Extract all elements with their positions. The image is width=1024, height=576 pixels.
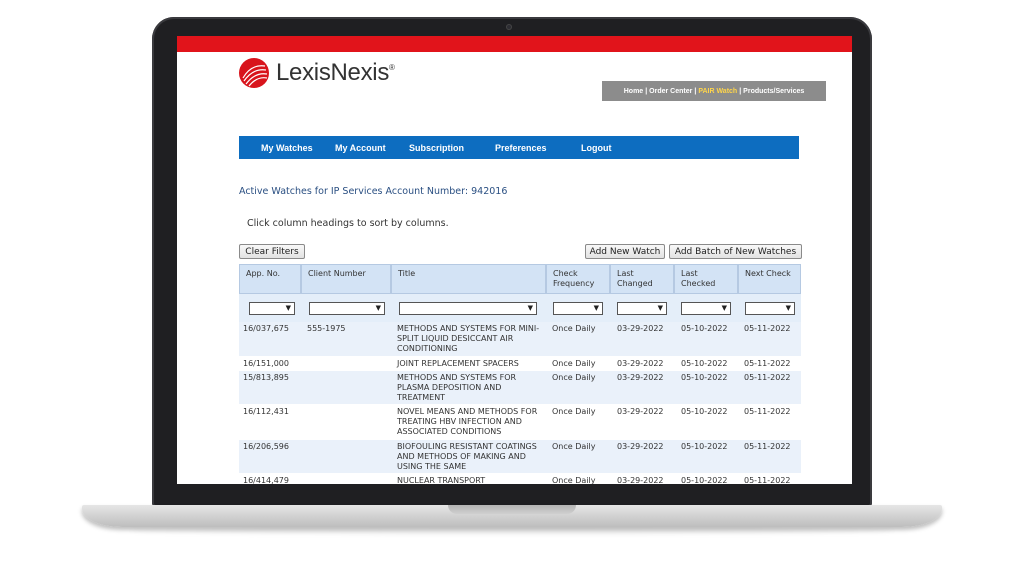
column-header-title[interactable]: Title — [391, 264, 546, 294]
cell-last-checked: 05-10-2022 — [681, 407, 728, 416]
cell-app-no: 16/206,596 — [243, 442, 289, 451]
clear-filters-button[interactable]: Clear Filters — [239, 244, 305, 259]
table-row[interactable]: 16/112,431 NOVEL MEANS AND METHODS FOR T… — [239, 405, 801, 440]
cell-last-checked: 05-10-2022 — [681, 442, 728, 451]
cell-app-no: 16/112,431 — [243, 407, 289, 416]
cell-app-no: 16/037,675 — [243, 324, 289, 333]
main-nav: My Watches My Account Subscription Prefe… — [239, 136, 799, 159]
chevron-down-icon: ▼ — [785, 304, 791, 312]
column-header-last-checked[interactable]: Last Checked — [674, 264, 738, 294]
cell-last-changed: 03-29-2022 — [617, 359, 664, 368]
filter-last-checked-select[interactable]: ▼ — [681, 302, 731, 315]
top-link-products-services[interactable]: Products/Services — [742, 88, 805, 95]
cell-last-changed: 03-29-2022 — [617, 476, 664, 484]
browser-screen: LexisNexis® Home | Order Center | PAIR W… — [177, 36, 852, 484]
cell-last-changed: 03-29-2022 — [617, 373, 664, 382]
nav-my-account[interactable]: My Account — [335, 143, 386, 153]
cell-title: BIOFOULING RESISTANT COATINGS AND METHOD… — [397, 442, 537, 471]
cell-next-check: 05-11-2022 — [744, 359, 791, 368]
cell-check-frequency: Once Daily — [552, 324, 596, 333]
nav-logout[interactable]: Logout — [581, 143, 612, 153]
filter-last-changed-select[interactable]: ▼ — [617, 302, 667, 315]
add-new-watch-button[interactable]: Add New Watch — [585, 244, 665, 259]
filter-app-no-select[interactable]: ▼ — [249, 302, 295, 315]
column-header-last-changed[interactable]: Last Changed — [610, 264, 674, 294]
logo-wordmark: LexisNexis® — [276, 59, 395, 87]
table-row[interactable]: 16/414,479 NUCLEAR TRANSPORT Once Daily … — [239, 474, 801, 484]
cell-next-check: 05-11-2022 — [744, 373, 791, 382]
cell-title: METHODS AND SYSTEMS FOR PLASMA DEPOSITIO… — [397, 373, 517, 402]
table-row[interactable]: 16/037,675 555-1975 METHODS AND SYSTEMS … — [239, 322, 801, 357]
cell-last-checked: 05-10-2022 — [681, 476, 728, 484]
laptop-shadow — [130, 528, 894, 534]
cell-title: METHODS AND SYSTEMS FOR MINI-SPLIT LIQUI… — [397, 324, 540, 353]
cell-check-frequency: Once Daily — [552, 373, 596, 382]
cell-next-check: 05-11-2022 — [744, 407, 791, 416]
top-link-order-center[interactable]: Order Center — [648, 88, 693, 95]
chevron-down-icon: ▼ — [285, 304, 291, 312]
page-title: Active Watches for IP Services Account N… — [239, 186, 508, 197]
cell-title: NOVEL MEANS AND METHODS FOR TREATING HBV… — [397, 407, 538, 436]
cell-next-check: 05-11-2022 — [744, 476, 791, 484]
cell-check-frequency: Once Daily — [552, 407, 596, 416]
cell-last-changed: 03-29-2022 — [617, 324, 664, 333]
cell-app-no: 16/414,479 — [243, 476, 289, 484]
logo-name: LexisNexis — [276, 59, 390, 86]
cell-next-check: 05-11-2022 — [744, 324, 791, 333]
nav-my-watches[interactable]: My Watches — [261, 143, 313, 153]
cell-check-frequency: Once Daily — [552, 442, 596, 451]
cell-check-frequency: Once Daily — [552, 476, 596, 484]
chevron-down-icon: ▼ — [593, 304, 599, 312]
chevron-down-icon: ▼ — [527, 304, 533, 312]
cell-client-number: 555-1975 — [307, 324, 346, 333]
lexisnexis-logo[interactable]: LexisNexis® — [239, 58, 395, 88]
sort-hint: Click column headings to sort by columns… — [247, 218, 449, 229]
chevron-down-icon: ▼ — [721, 304, 727, 312]
cell-last-checked: 05-10-2022 — [681, 373, 728, 382]
cell-next-check: 05-11-2022 — [744, 442, 791, 451]
filter-row: ▼ ▼ ▼ ▼ ▼ ▼ ▼ — [239, 294, 801, 323]
cell-last-changed: 03-29-2022 — [617, 442, 664, 451]
cell-check-frequency: Once Daily — [552, 359, 596, 368]
cell-last-checked: 05-10-2022 — [681, 359, 728, 368]
column-header-client-number[interactable]: Client Number — [301, 264, 391, 294]
laptop-notch — [448, 505, 576, 514]
filter-client-number-select[interactable]: ▼ — [309, 302, 385, 315]
table-row[interactable]: 15/813,895 METHODS AND SYSTEMS FOR PLASM… — [239, 371, 801, 405]
column-header-app-no[interactable]: App. No. — [239, 264, 301, 294]
add-batch-watches-button[interactable]: Add Batch of New Watches — [669, 244, 802, 259]
chevron-down-icon: ▼ — [657, 304, 663, 312]
camera-icon — [506, 24, 512, 30]
cell-title: JOINT REPLACEMENT SPACERS — [397, 359, 519, 368]
cell-last-changed: 03-29-2022 — [617, 407, 664, 416]
filter-next-check-select[interactable]: ▼ — [745, 302, 795, 315]
nav-subscription[interactable]: Subscription — [409, 143, 464, 153]
top-link-bar: Home | Order Center | PAIR Watch | Produ… — [602, 81, 826, 101]
cell-title: NUCLEAR TRANSPORT — [397, 476, 486, 484]
filter-check-frequency-select[interactable]: ▼ — [553, 302, 603, 315]
cell-app-no: 15/813,895 — [243, 373, 289, 382]
lexisnexis-logo-icon — [239, 58, 269, 88]
table-row[interactable]: 16/206,596 BIOFOULING RESISTANT COATINGS… — [239, 440, 801, 474]
cell-app-no: 16/151,000 — [243, 359, 289, 368]
nav-preferences[interactable]: Preferences — [495, 143, 547, 153]
filter-title-select[interactable]: ▼ — [399, 302, 537, 315]
chevron-down-icon: ▼ — [375, 304, 381, 312]
brand-red-bar — [177, 36, 852, 52]
top-link-pair-watch[interactable]: PAIR Watch — [697, 88, 738, 95]
watches-table: App. No. Client Number Title Check Frequ… — [239, 264, 801, 484]
table-row[interactable]: 16/151,000 JOINT REPLACEMENT SPACERS Onc… — [239, 357, 801, 371]
top-link-home[interactable]: Home — [623, 88, 644, 95]
cell-last-checked: 05-10-2022 — [681, 324, 728, 333]
column-header-next-check[interactable]: Next Check — [738, 264, 801, 294]
logo-registered: ® — [389, 63, 395, 72]
column-header-check-frequency[interactable]: Check Frequency — [546, 264, 610, 294]
